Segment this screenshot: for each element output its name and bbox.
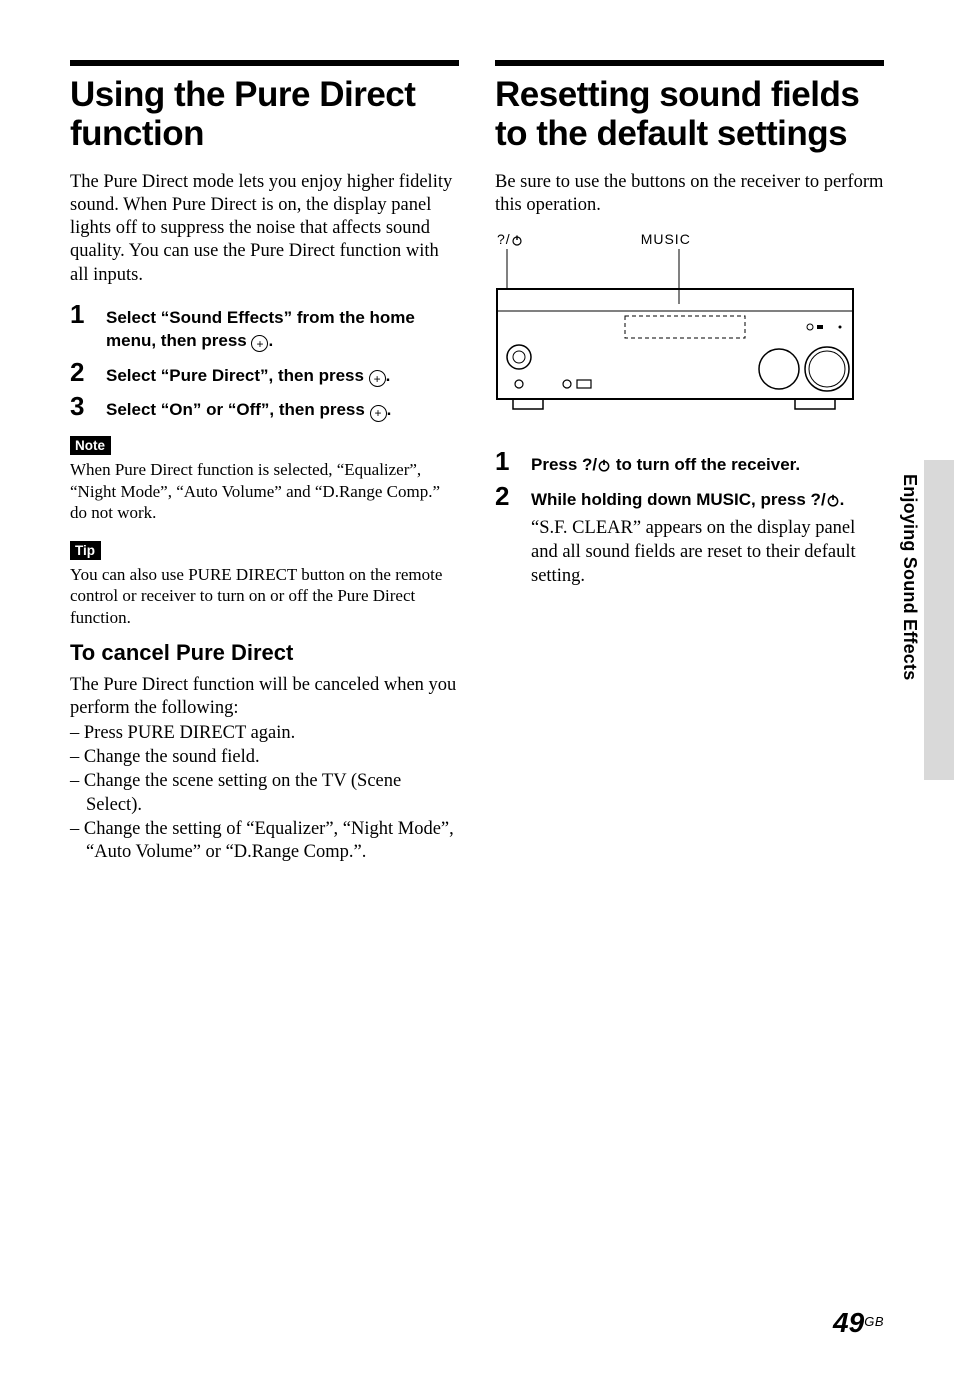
left-column: Using the Pure Direct function The Pure …	[70, 60, 459, 865]
page-number: 49	[833, 1307, 864, 1338]
step-text: Select “Pure Direct”, then press +.	[106, 365, 390, 388]
cancel-intro: The Pure Direct function will be cancele…	[70, 674, 459, 720]
step-text-pre: While holding down MUSIC, press ?/	[531, 490, 826, 509]
step-text-post: .	[387, 400, 392, 419]
steps-list-right: 1 Press ?/ to turn off the receiver. 2 W…	[495, 448, 884, 588]
step-text-post: to turn off the receiver.	[611, 455, 800, 474]
step-text: Select “Sound Effects” from the home men…	[106, 307, 459, 353]
step-text: Press ?/ to turn off the receiver.	[531, 454, 800, 477]
diagram-labels: ?/ MUSIC	[495, 231, 884, 247]
enter-icon: +	[251, 335, 268, 352]
intro-paragraph: The Pure Direct mode lets you enjoy high…	[70, 171, 459, 287]
cancel-list: – Press PURE DIRECT again. – Change the …	[70, 722, 459, 864]
power-icon	[597, 458, 611, 472]
step-sub-text: “S.F. CLEAR” appears on the display pane…	[531, 516, 884, 588]
section-tab-label: Enjoying Sound Effects	[899, 474, 920, 680]
tip-body: You can also use PURE DIRECT button on t…	[70, 564, 459, 628]
power-label: ?/	[497, 231, 523, 247]
step-item: 1 Press ?/ to turn off the receiver.	[495, 448, 884, 477]
step-item: 2 Select “Pure Direct”, then press +.	[70, 359, 459, 388]
steps-list: 1 Select “Sound Effects” from the home m…	[70, 301, 459, 423]
thumb-tab	[924, 460, 954, 780]
page-footer: 49GB	[833, 1307, 884, 1339]
music-label: MUSIC	[641, 231, 691, 247]
step-text-post: .	[386, 366, 391, 385]
step-text: While holding down MUSIC, press ?/. “S.F…	[531, 489, 884, 588]
right-column: Resetting sound fields to the default se…	[495, 60, 884, 865]
power-icon	[511, 234, 523, 246]
enter-icon: +	[370, 405, 387, 422]
step-text: Select “On” or “Off”, then press +.	[106, 399, 391, 422]
step-text-post: .	[268, 331, 273, 350]
step-item: 2 While holding down MUSIC, press ?/. “S…	[495, 483, 884, 588]
receiver-diagram	[495, 249, 855, 424]
step-number: 2	[495, 483, 517, 509]
intro-paragraph: Be sure to use the buttons on the receiv…	[495, 171, 884, 217]
step-text-post: .	[840, 490, 845, 509]
tip-badge: Tip	[70, 541, 101, 560]
step-item: 1 Select “Sound Effects” from the home m…	[70, 301, 459, 353]
section-rule	[495, 60, 884, 66]
list-item: – Change the scene setting on the TV (Sc…	[70, 770, 459, 816]
section-heading-pure-direct: Using the Pure Direct function	[70, 76, 459, 153]
step-text-pre: Select “Pure Direct”, then press	[106, 366, 369, 385]
step-number: 1	[70, 301, 92, 327]
power-label-text: ?/	[497, 231, 511, 247]
step-number: 2	[70, 359, 92, 385]
note-badge: Note	[70, 436, 111, 455]
list-item: – Press PURE DIRECT again.	[70, 722, 459, 745]
page-suffix: GB	[864, 1314, 884, 1329]
list-item: – Change the setting of “Equalizer”, “Ni…	[70, 818, 459, 864]
subheading-cancel: To cancel Pure Direct	[70, 640, 459, 666]
power-icon	[826, 493, 840, 507]
enter-icon: +	[369, 370, 386, 387]
step-number: 3	[70, 393, 92, 419]
section-heading-reset: Resetting sound fields to the default se…	[495, 76, 884, 153]
section-rule	[70, 60, 459, 66]
note-body: When Pure Direct function is selected, “…	[70, 459, 459, 523]
step-number: 1	[495, 448, 517, 474]
step-text-pre: Press ?/	[531, 455, 597, 474]
list-item: – Change the sound field.	[70, 746, 459, 769]
step-item: 3 Select “On” or “Off”, then press +.	[70, 393, 459, 422]
step-text-pre: Select “On” or “Off”, then press	[106, 400, 370, 419]
